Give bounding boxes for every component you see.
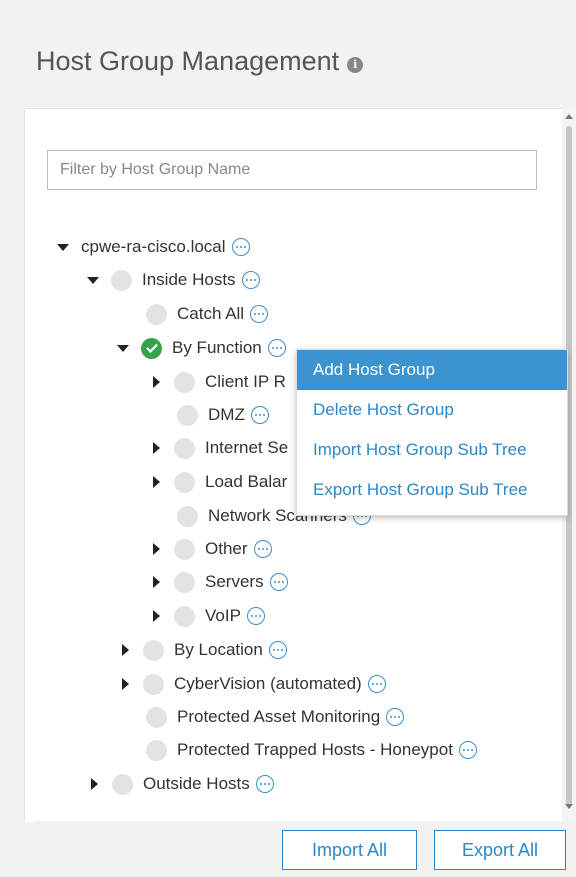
footer-bar: Import All Export All (36, 821, 576, 877)
page-title: Host Group Management i (36, 46, 364, 77)
more-options-icon[interactable] (458, 741, 477, 759)
tree-node-outside-hosts[interactable]: Outside Hosts (89, 770, 274, 798)
tree-node-label: Servers (205, 572, 264, 591)
unselected-circle-icon[interactable] (143, 639, 164, 661)
more-options-icon[interactable] (267, 339, 286, 357)
unselected-circle-icon[interactable] (146, 706, 167, 728)
more-options-icon[interactable] (253, 540, 272, 558)
caret-down-icon[interactable] (117, 344, 129, 352)
unselected-circle-icon[interactable] (111, 269, 132, 291)
tree-node-protected-trapped[interactable]: Protected Trapped Hosts - Honeypot (146, 736, 477, 764)
tree-node-dmz[interactable]: DMZ (177, 401, 269, 429)
more-options-icon[interactable] (241, 271, 260, 289)
caret-right-icon[interactable] (122, 678, 129, 690)
caret-right-icon[interactable] (153, 376, 160, 388)
caret-right-icon[interactable] (153, 476, 160, 488)
unselected-circle-icon[interactable] (112, 773, 133, 795)
unselected-circle-icon[interactable] (174, 605, 195, 627)
filter-input[interactable] (47, 150, 537, 190)
unselected-circle-icon[interactable] (146, 739, 167, 761)
more-options-icon[interactable] (367, 675, 386, 693)
tree-node-other[interactable]: Other (151, 535, 272, 563)
tree-node-label: DMZ (208, 405, 245, 424)
unselected-circle-icon[interactable] (143, 673, 164, 695)
tree-node-label: Outside Hosts (143, 774, 250, 793)
more-options-icon[interactable] (246, 607, 265, 625)
import-all-button[interactable]: Import All (282, 830, 417, 870)
more-options-icon[interactable] (255, 775, 274, 793)
tree-node-label: Load Balar (205, 472, 288, 491)
unselected-circle-icon[interactable] (177, 404, 198, 426)
unselected-circle-icon[interactable] (177, 505, 198, 527)
tree-node-label: Catch All (177, 304, 245, 323)
tree-node-label: By Function (172, 338, 262, 357)
tree-node-internet[interactable]: Internet Se (151, 434, 288, 462)
menu-item-delete-host-group[interactable]: Delete Host Group (297, 390, 567, 430)
menu-item-import-sub-tree[interactable]: Import Host Group Sub Tree (297, 430, 567, 470)
more-options-icon[interactable] (231, 238, 250, 256)
unselected-circle-icon[interactable] (174, 471, 195, 493)
tree-node-label: Other (205, 539, 248, 558)
caret-right-icon[interactable] (153, 442, 160, 454)
tree-node-label: Protected Asset Monitoring (177, 707, 381, 726)
caret-right-icon[interactable] (91, 778, 98, 790)
tree-node-label: Protected Trapped Hosts - Honeypot (177, 740, 453, 759)
tree-node-load-balancers[interactable]: Load Balar (151, 468, 287, 496)
caret-right-icon[interactable] (153, 576, 160, 588)
more-options-icon[interactable] (268, 641, 287, 659)
caret-down-icon[interactable] (87, 276, 99, 284)
unselected-circle-icon[interactable] (174, 538, 195, 560)
more-options-icon[interactable] (269, 573, 288, 591)
context-menu: Add Host Group Delete Host Group Import … (296, 349, 568, 516)
tree-node-cybervision[interactable]: CyberVision (automated) (120, 670, 386, 698)
export-all-button[interactable]: Export All (434, 830, 566, 870)
unselected-circle-icon[interactable] (146, 303, 167, 325)
tree-node-voip[interactable]: VoIP (151, 602, 265, 630)
caret-right-icon[interactable] (153, 543, 160, 555)
menu-item-export-sub-tree[interactable]: Export Host Group Sub Tree (297, 470, 567, 510)
unselected-circle-icon[interactable] (174, 571, 195, 593)
tree-node-label: Internet Se (205, 438, 289, 457)
tree-node-catch-all[interactable]: Catch All (146, 300, 269, 328)
more-options-icon[interactable] (386, 708, 405, 726)
tree-node-by-function[interactable]: By Function (117, 334, 286, 362)
tree-node-servers[interactable]: Servers (151, 568, 288, 596)
tree-node-label: cpwe-ra-cisco.local (81, 237, 226, 256)
tree-node-label: Inside Hosts (142, 270, 236, 289)
tree-node-label: CyberVision (automated) (174, 674, 362, 693)
tree-node-label: Client IP R (205, 372, 286, 391)
info-icon[interactable]: i (347, 56, 364, 73)
check-circle-icon[interactable] (141, 337, 162, 359)
tree-node-root[interactable]: cpwe-ra-cisco.local (57, 233, 250, 261)
scroll-up-arrow-icon[interactable] (565, 114, 573, 119)
tree-node-inside-hosts[interactable]: Inside Hosts (87, 266, 260, 294)
more-options-icon[interactable] (250, 406, 269, 424)
tree-node-by-location[interactable]: By Location (120, 636, 287, 664)
scroll-down-arrow-icon[interactable] (565, 804, 573, 809)
more-options-icon[interactable] (250, 305, 269, 323)
menu-item-add-host-group[interactable]: Add Host Group (297, 350, 567, 390)
tree-node-label: By Location (174, 640, 263, 659)
caret-down-icon[interactable] (57, 243, 69, 251)
tree-node-client-ip[interactable]: Client IP R (151, 368, 286, 396)
page-title-text: Host Group Management (36, 46, 340, 76)
tree-node-label: VoIP (205, 606, 241, 625)
unselected-circle-icon[interactable] (174, 371, 195, 393)
caret-right-icon[interactable] (153, 610, 160, 622)
caret-right-icon[interactable] (122, 644, 129, 656)
tree-node-protected-asset[interactable]: Protected Asset Monitoring (146, 703, 405, 731)
unselected-circle-icon[interactable] (174, 437, 195, 459)
